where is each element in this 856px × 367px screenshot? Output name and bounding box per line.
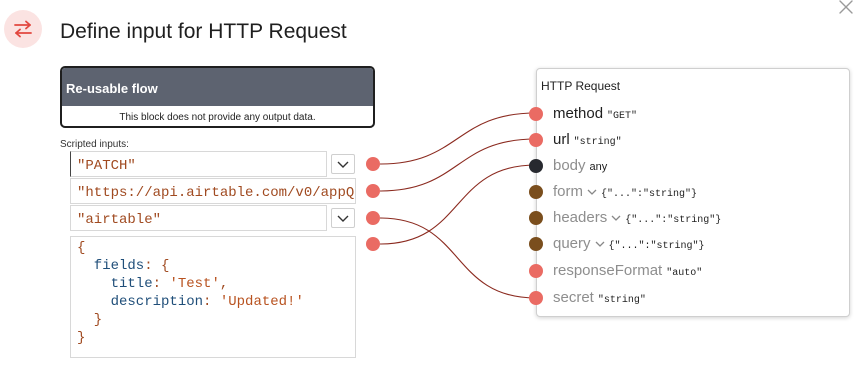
code-line: { [77,239,355,257]
param-type: any [589,161,608,173]
param-name: headers [553,209,608,226]
headers-input-port[interactable] [529,211,543,225]
code-line: description: 'Updated!' [77,293,355,311]
code-token: { [77,240,86,256]
responseFormat-input-port[interactable] [529,264,543,278]
url-input-port[interactable] [529,133,543,147]
chevron-down-icon[interactable] [611,209,621,227]
code-token: 'Test' [169,276,220,292]
param-query[interactable]: query {"...":"string"} [553,235,705,255]
method-input-port[interactable] [529,107,543,121]
scripted-inputs-label: Scripted inputs: [60,139,129,150]
code-token: title [77,276,153,292]
param-form[interactable]: form {"...":"string"} [553,183,697,203]
code-line: fields: { [77,257,355,275]
param-url[interactable]: url "string" [553,131,622,151]
param-name: form [553,183,583,200]
code-token: : [152,276,170,292]
page-title: Define input for HTTP Request [60,20,347,43]
param-type: {"...":"string"} [608,241,705,252]
param-name: method [553,105,604,122]
wire-body [379,164,537,245]
code-line: title: 'Test', [77,275,355,293]
secret-output-port[interactable] [366,211,380,225]
secret-input-port[interactable] [529,291,543,305]
close-button[interactable] [836,0,856,22]
param-secret[interactable]: secret "string" [553,289,646,309]
code-token: 'Updated!' [219,294,304,310]
code-line: } [77,329,355,347]
code-token: : [203,294,220,310]
param-headers[interactable]: headers {"...":"string"} [553,209,721,229]
wire-method [379,112,537,165]
code-token: } [77,330,86,346]
code-token: , [219,276,229,292]
query-input-port[interactable] [529,237,543,251]
code-token: } [77,312,103,328]
method-output-port[interactable] [366,157,380,171]
param-name: secret [553,289,594,306]
method-dropdown-button[interactable] [331,154,355,174]
http-request-card: HTTP Request method "GET" url "string" body a… [536,68,850,317]
method-input[interactable]: "PATCH" [70,151,327,177]
param-name: body [553,157,586,174]
param-type: "GET" [607,111,638,122]
param-method[interactable]: method "GET" [553,105,637,125]
close-icon [839,0,853,14]
url-output-port[interactable] [366,184,380,198]
code-token: description [77,294,204,310]
http-request-title: HTTP Request [541,79,621,93]
code-line: } [77,311,355,329]
url-input[interactable]: "https://api.airtable.com/v0/appQ [70,178,356,204]
param-responseFormat[interactable]: responseFormat "auto" [553,262,702,282]
param-type: "string" [597,295,646,306]
chevron-down-icon [337,161,349,168]
wire-secret [379,217,537,299]
secret-dropdown-button[interactable] [331,208,355,228]
chevron-down-icon[interactable] [595,235,605,253]
chevron-down-icon [337,215,349,222]
param-type: "auto" [666,268,703,279]
code-token: fields [77,258,145,274]
param-type: "string" [573,137,622,148]
param-name: query [553,235,591,252]
reusable-flow-title: Re-usable flow [62,68,373,106]
param-type: {"...":"string"} [625,215,722,226]
reusable-flow-message: This block does not provide any output d… [119,112,316,123]
wire-url [379,138,537,192]
code-token: : { [144,258,170,274]
param-body[interactable]: body any [553,157,607,177]
secret-input[interactable]: "airtable" [70,205,327,231]
form-input-port[interactable] [529,185,543,199]
param-name: url [553,131,570,148]
body-input-port[interactable] [529,159,543,173]
swap-arrows-icon [4,10,42,48]
body-output-port[interactable] [366,237,380,251]
reusable-flow-card: Re-usable flow This block does not provi… [60,66,375,128]
param-name: responseFormat [553,262,663,279]
chevron-down-icon[interactable] [587,183,597,201]
param-type: {"...":"string"} [601,189,698,200]
body-code-editor[interactable]: { fields: { title: 'Test', description: … [70,236,356,358]
